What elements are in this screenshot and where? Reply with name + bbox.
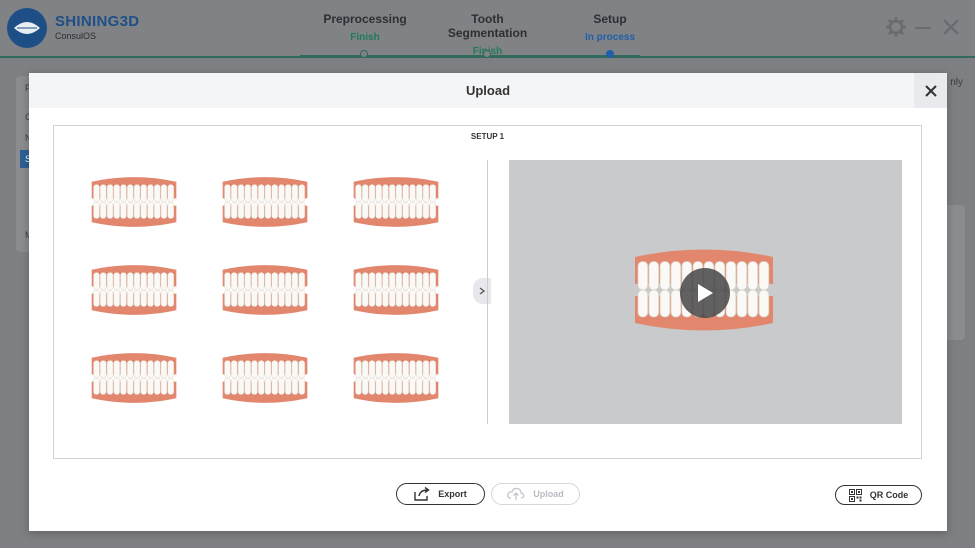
chevron-right-icon (479, 287, 485, 295)
dialog-title: Upload (465, 83, 511, 98)
qr-code-icon (848, 488, 862, 502)
setup-label: SETUP 1 (470, 132, 505, 141)
play-icon (698, 284, 713, 302)
collapse-panel-button[interactable] (473, 278, 491, 304)
gear-icon[interactable] (886, 17, 906, 42)
play-button[interactable] (680, 268, 730, 318)
stage-thumbnail[interactable] (336, 163, 456, 241)
step-title: Tooth Segmentation (447, 12, 528, 40)
step-preprocessing[interactable]: Preprocessing Finish (320, 12, 410, 43)
export-button[interactable]: Export (396, 483, 485, 505)
teeth-model-icon (91, 265, 177, 315)
teeth-model-icon (222, 353, 308, 403)
teeth-logo-icon (14, 22, 40, 34)
step-status: Finish (350, 32, 380, 43)
dialog-close-button[interactable] (914, 73, 947, 108)
qr-code-label: QR Code (869, 490, 909, 500)
step-title: Setup (593, 12, 627, 26)
teeth-model-icon (353, 177, 439, 227)
brand-name: SHINING3D (55, 13, 140, 30)
step-title: Preprocessing (323, 12, 407, 26)
stage-thumbnail[interactable] (205, 339, 325, 417)
stage-thumbnail[interactable] (336, 339, 456, 417)
step-status: In process (584, 32, 636, 43)
background-text: nly (950, 77, 963, 88)
step-dot (483, 50, 491, 58)
upload-button[interactable]: Upload (491, 483, 580, 505)
close-icon (924, 84, 937, 97)
panel-divider (487, 160, 488, 424)
stage-thumbnail[interactable] (336, 251, 456, 329)
upload-dialog: Upload SETUP 1 Export Upload QR Code (29, 73, 947, 531)
dialog-header: Upload (29, 73, 947, 108)
stage-thumbnail-grid (74, 158, 474, 423)
teeth-model-icon (91, 353, 177, 403)
stage-thumbnail[interactable] (205, 251, 325, 329)
stage-thumbnail[interactable] (74, 339, 194, 417)
teeth-model-icon (91, 177, 177, 227)
step-dot (360, 50, 368, 58)
minimize-icon[interactable] (915, 27, 931, 29)
setup-preview-area: SETUP 1 (53, 125, 922, 459)
close-icon[interactable] (942, 18, 960, 41)
export-icon (414, 487, 430, 501)
stage-thumbnail[interactable] (205, 163, 325, 241)
stage-thumbnail[interactable] (74, 251, 194, 329)
qr-code-button[interactable]: QR Code (835, 485, 922, 505)
upload-label: Upload (533, 489, 564, 499)
teeth-model-icon (353, 353, 439, 403)
teeth-model-icon (222, 177, 308, 227)
export-label: Export (438, 489, 467, 499)
step-dot-active (606, 50, 614, 58)
logo (7, 8, 47, 48)
step-setup[interactable]: Setup In process (575, 12, 645, 43)
teeth-model-icon (353, 265, 439, 315)
cloud-upload-icon (507, 487, 525, 500)
brand-subtitle: ConsulOS (55, 31, 97, 41)
stage-thumbnail[interactable] (74, 163, 194, 241)
video-preview[interactable] (509, 160, 902, 424)
teeth-model-icon (222, 265, 308, 315)
app-header: SHINING3D ConsulOS Preprocessing Finish … (0, 0, 975, 58)
